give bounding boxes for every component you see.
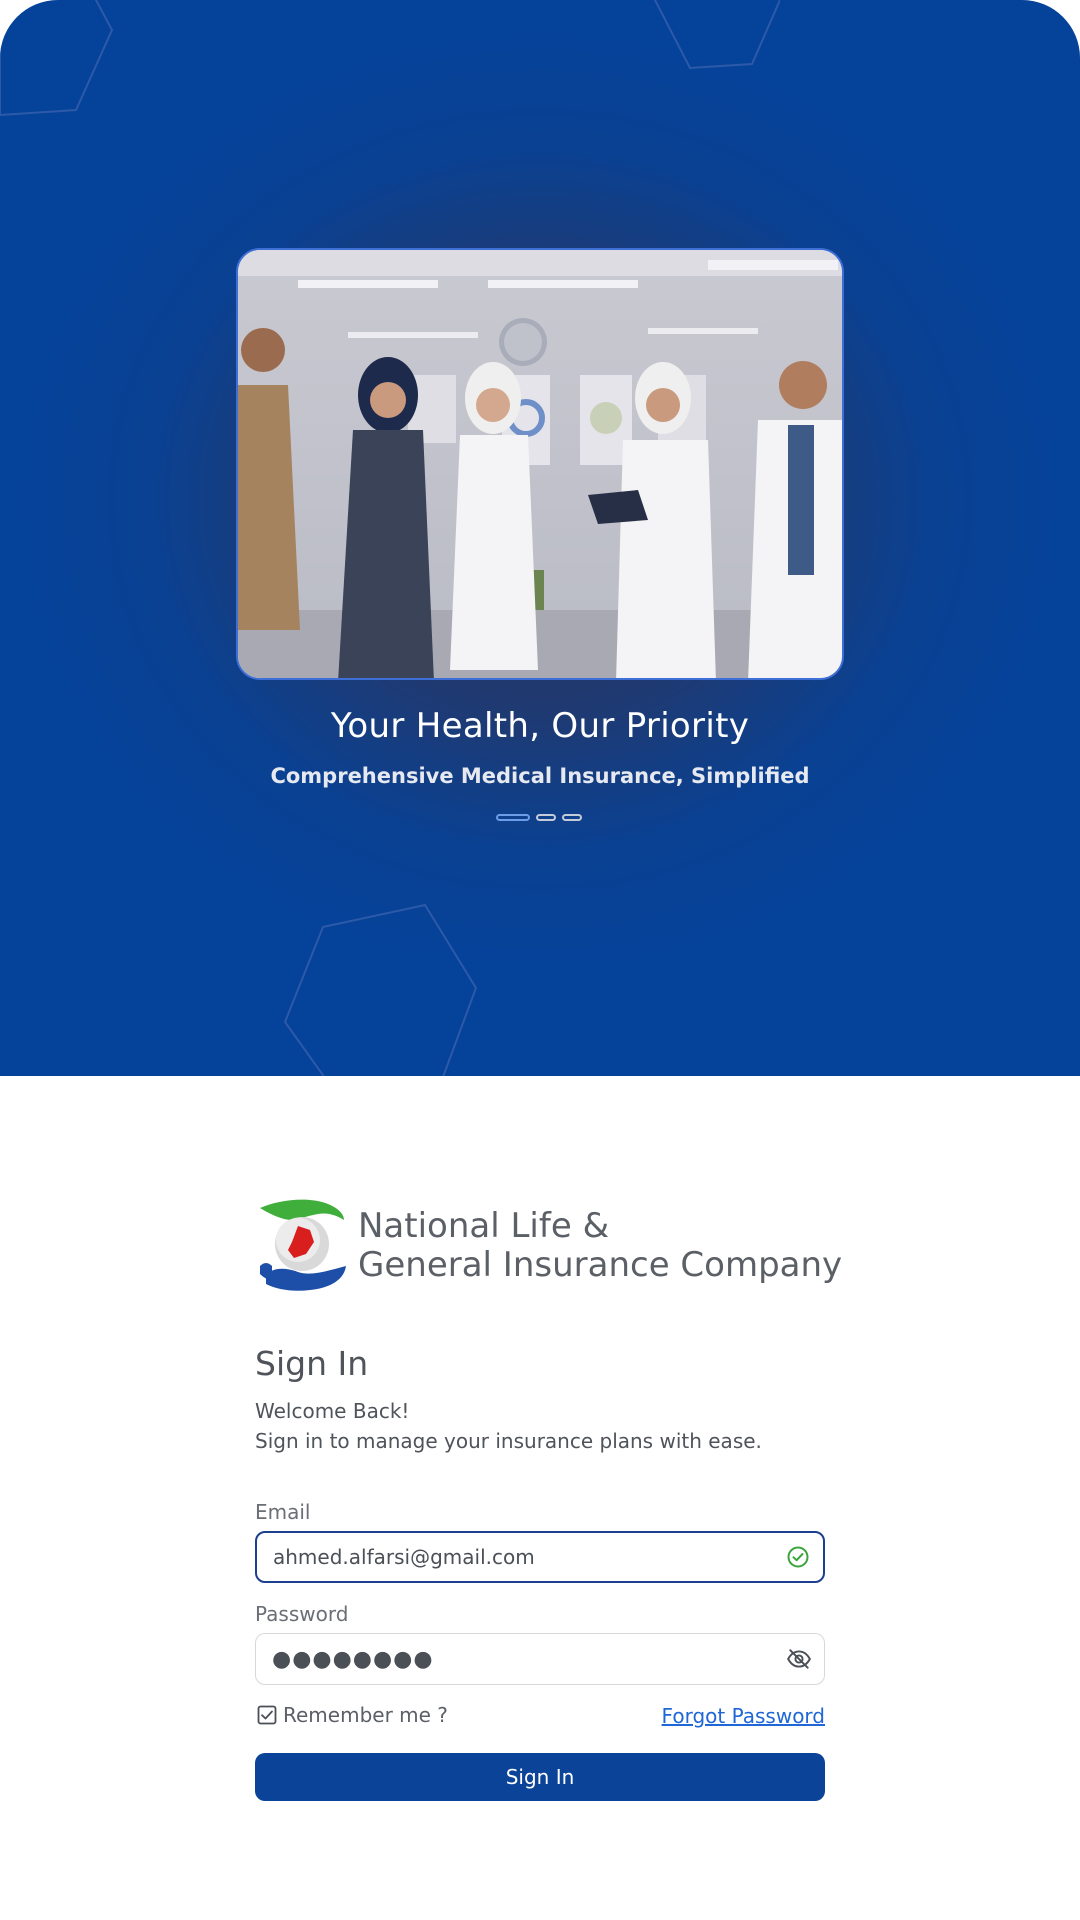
password-field-box: ●●●●●●●● <box>255 1633 825 1685</box>
password-field[interactable]: ●●●●●●●● <box>256 1647 774 1672</box>
company-name-line2: General Insurance Company <box>358 1245 843 1285</box>
password-label: Password <box>255 1602 349 1626</box>
carousel-indicators <box>496 814 582 821</box>
company-name-line1: National Life & <box>358 1206 610 1246</box>
checkbox-icon[interactable] <box>257 1705 277 1725</box>
welcome-line: Welcome Back! <box>255 1399 410 1423</box>
hero-image <box>236 248 844 680</box>
carousel-dot-2[interactable] <box>536 814 556 821</box>
sign-in-button[interactable]: Sign In <box>255 1753 825 1801</box>
hexagon-decoration <box>0 0 114 117</box>
carousel-dot-3[interactable] <box>562 814 582 821</box>
forgot-password-link[interactable]: Forgot Password <box>662 1704 825 1728</box>
hero-banner: Your Health, Our Priority Comprehensive … <box>0 0 1080 1076</box>
signin-heading: Sign In <box>255 1344 369 1383</box>
hexagon-decoration <box>653 0 780 70</box>
hero-title: Your Health, Our Priority <box>330 706 750 746</box>
tagline: Sign in to manage your insurance plans w… <box>255 1429 762 1453</box>
check-circle-icon <box>773 1545 823 1569</box>
carousel-dot-1[interactable] <box>496 814 530 821</box>
hero-subtitle: Comprehensive Medical Insurance, Simplif… <box>270 764 810 788</box>
remember-me-label: Remember me ? <box>283 1703 448 1727</box>
eye-off-icon[interactable] <box>774 1646 824 1672</box>
hexagon-decoration <box>283 903 478 1076</box>
email-label: Email <box>255 1500 311 1524</box>
email-field-box <box>255 1531 825 1583</box>
company-name: National Life & General Insurance Compan… <box>358 1207 842 1285</box>
welcome-text: Welcome Back! Sign in to manage your ins… <box>255 1396 762 1456</box>
company-logo <box>260 1199 346 1291</box>
email-field[interactable] <box>257 1533 773 1581</box>
remember-me-checkbox[interactable]: Remember me ? <box>257 1703 448 1727</box>
